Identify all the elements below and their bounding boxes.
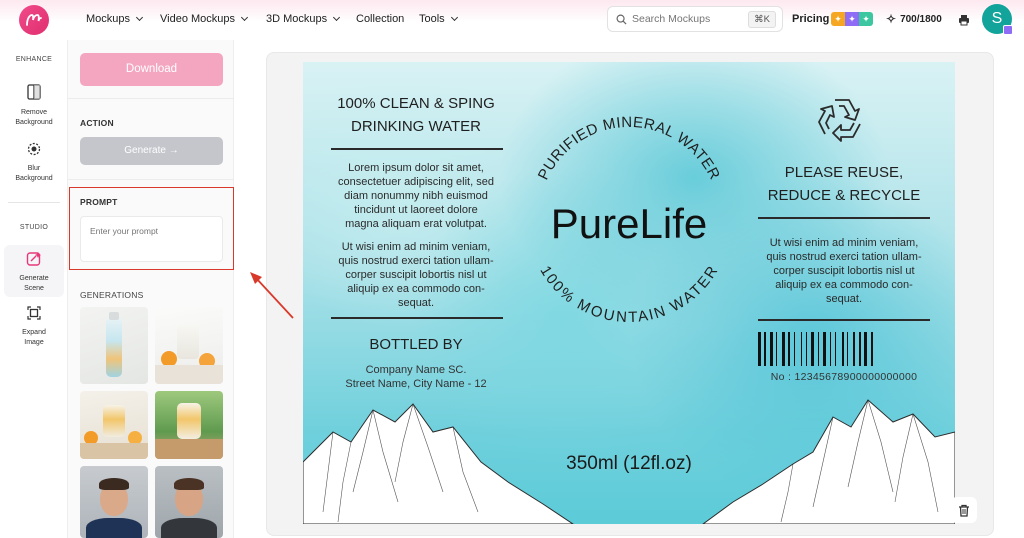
search-icon [616,14,627,25]
barcode-bar [781,332,785,366]
blur-icon [27,142,41,156]
app-logo[interactable] [19,5,49,35]
printer-icon[interactable] [958,13,970,26]
generation-thumbnail-4[interactable] [155,391,223,459]
remove-background-icon [27,84,41,100]
barcode-bar [788,332,790,366]
barcode-bar [858,332,861,366]
delete-button[interactable] [951,497,977,523]
bottle-label-artwork: 100% CLEAN & SPING DRINKING WATER Lorem i… [303,62,955,524]
search-box[interactable]: ⌘K [607,6,783,32]
barcode-bar [853,332,856,366]
divider [758,217,930,219]
chevron-down-icon [450,13,458,21]
chevron-down-icon [240,13,249,21]
blur-background-label: Blur Background [15,165,53,182]
company-info: Company Name SC. Street Name, City Name -… [345,364,487,390]
divider [331,148,503,150]
barcode-bar [864,332,868,366]
remove-background-label: Remove Background [15,109,53,126]
expand-image-label: Expand Image [22,329,46,346]
chevron-down-icon [135,13,144,21]
nav-mockups[interactable]: Mockups [86,0,144,38]
enhance-heading: ENHANCE [15,56,53,63]
generation-thumbnail-2[interactable] [155,307,223,384]
pricing-link[interactable]: Pricing [792,0,829,38]
barcode-bar [829,332,831,366]
generations-heading: GENERATIONS [80,290,144,300]
barcode-bar [758,332,761,366]
chevron-down-icon [333,13,341,21]
left-paragraph-1: Lorem ipsum dolor sit amet, consectetuer … [338,162,494,230]
left-title: 100% CLEAN & SPING DRINKING WATER [337,95,495,135]
top-bar: Mockups Video Mockups 3D Mockups Collect… [0,0,1024,40]
sparkle-icon: ✧ [886,12,897,26]
pricing-badges: ✦ ✦ ✦ [831,12,873,26]
generate-scene-icon [26,252,41,266]
mountain-illustration [303,399,955,524]
action-heading: ACTION [80,118,114,128]
barcode-bar [806,332,808,366]
generation-thumbnail-1[interactable] [80,307,148,384]
avatar-badge [1003,25,1013,35]
right-paragraph: Ut wisi enim ad minim veniam, quis nostru… [766,237,922,305]
blur-background-tool[interactable]: Blur Background [4,142,64,184]
nav-tools[interactable]: Tools [419,0,458,38]
studio-heading: STUDIO [19,224,49,231]
barcode [758,332,930,366]
barcode-bar [818,332,819,366]
barcode-bar [823,332,827,366]
divider [331,317,503,319]
expand-image-tool[interactable]: Expand Image [4,306,64,348]
generation-thumbnail-5[interactable] [80,466,148,538]
generation-thumbnail-6[interactable] [155,466,223,538]
remove-background-tool[interactable]: Remove Background [4,84,64,128]
nav-3d-mockups[interactable]: 3D Mockups [266,0,341,38]
right-title: PLEASE REUSE, REDUCE & RECYCLE [767,164,921,204]
search-input[interactable] [632,13,742,25]
prompt-input[interactable] [80,216,223,262]
barcode-bar [769,332,773,366]
barcode-bar [794,332,796,366]
barcode-bar [841,332,844,366]
expand-image-icon [27,306,41,320]
prompt-heading: PROMPT [80,197,118,207]
barcode-bar [870,332,873,366]
generation-thumbnail-3[interactable] [80,391,148,459]
barcode-bar [764,332,767,366]
brand-name: PureLife [550,200,708,247]
barcode-bar [835,332,837,366]
left-rail: ENHANCE Remove Background Blur Backgroun… [0,40,68,538]
barcode-number: No : 12345678900000000000 [770,371,918,383]
arc-top-text: PURIFIED MINERAL WATER [535,114,723,183]
divider [758,319,930,321]
barcode-bar [776,332,778,366]
nav-video-mockups[interactable]: Video Mockups [160,0,249,38]
barcode-bar [800,332,802,366]
arc-bottom-text: 100% MOUNTAIN WATER [536,263,721,326]
generate-scene-tool[interactable]: Generate Scene [4,245,64,297]
credits-counter[interactable]: ✧ 700/1800 [886,0,942,38]
search-shortcut: ⌘K [748,11,776,28]
generate-scene-label: Generate Scene [19,275,49,292]
download-button[interactable]: Download [80,53,223,86]
side-panel: Download ACTION Generate → PROMPT GENERA… [68,40,234,538]
nav-collection[interactable]: Collection [356,0,404,38]
left-paragraph-2: Ut wisi enim ad minim veniam, quis nostru… [338,241,494,309]
barcode-bar [810,332,814,366]
trash-icon [959,504,969,517]
bottled-by-heading: BOTTLED BY [369,336,463,353]
recycle-icon [818,99,861,142]
barcode-bar [847,332,848,366]
generate-button[interactable]: Generate → [80,137,223,165]
